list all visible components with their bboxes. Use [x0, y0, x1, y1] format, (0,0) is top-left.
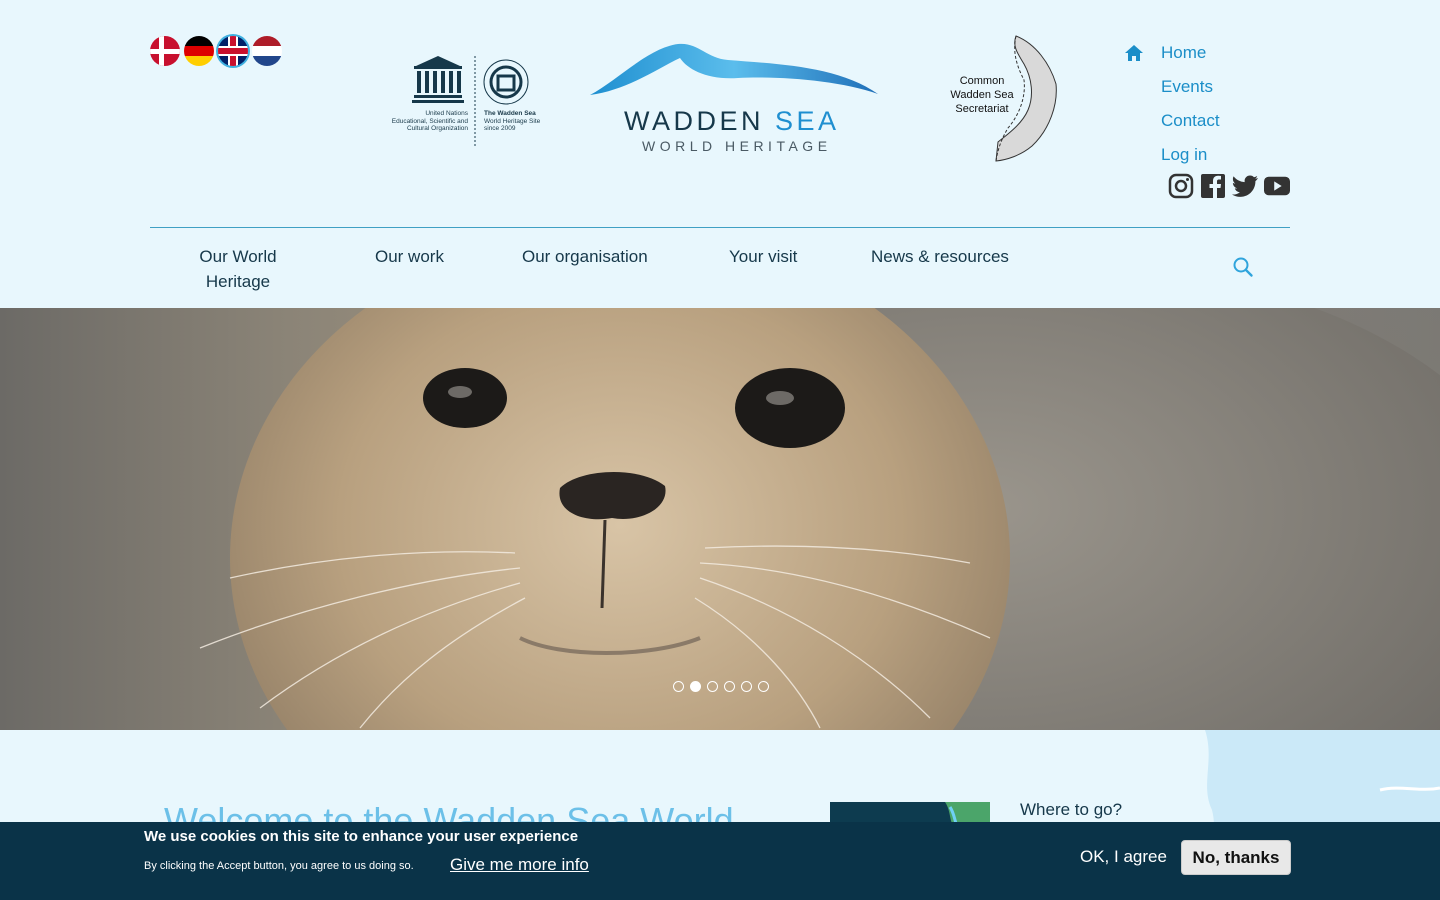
facebook-icon[interactable]	[1200, 172, 1226, 200]
main-nav-your-visit[interactable]: Your visit	[729, 244, 797, 269]
cookie-decline-button[interactable]: No, thanks	[1181, 840, 1291, 875]
utility-nav: Home Events Contact Log in	[1124, 36, 1220, 172]
flag-english-icon[interactable]	[218, 36, 248, 66]
cookie-more-info-link[interactable]: Give me more info	[450, 855, 589, 875]
main-nav-our-world-heritage[interactable]: Our World Heritage	[188, 244, 288, 294]
logo-subtitle: WORLD HERITAGE	[642, 138, 832, 154]
cwss-text: Common Wadden Sea Secretariat	[948, 74, 1016, 116]
cwss-logo[interactable]: Common Wadden Sea Secretariat	[946, 34, 1058, 162]
unesco-site-line3: since 2009	[484, 125, 516, 132]
flag-dutch-icon[interactable]	[252, 36, 282, 66]
slide-dot-3[interactable]	[707, 681, 718, 692]
slide-dot-1[interactable]	[673, 681, 684, 692]
nav-login-label: Log in	[1161, 145, 1208, 164]
unesco-site-line2: World Heritage Site	[484, 117, 541, 125]
main-nav-our-work[interactable]: Our work	[375, 244, 444, 269]
nav-contact-label: Contact	[1161, 111, 1220, 130]
main-nav-item1-line1: Our World	[199, 247, 277, 266]
nav-home[interactable]: Home	[1124, 36, 1220, 70]
nav-contact[interactable]: Contact	[1124, 104, 1220, 138]
nav-events[interactable]: Events	[1124, 70, 1220, 104]
language-switcher	[150, 36, 282, 66]
cwss-line3: Secretariat	[955, 103, 1009, 115]
logo-title: WADDEN SEA	[624, 106, 840, 137]
cookie-text: By clicking the Accept button, you agree…	[144, 860, 414, 872]
main-nav-our-organisation[interactable]: Our organisation	[522, 244, 648, 269]
cookie-accept-button[interactable]: OK, I agree	[1080, 847, 1167, 867]
youtube-icon[interactable]	[1264, 172, 1290, 200]
instagram-icon[interactable]	[1168, 172, 1194, 200]
nav-login[interactable]: Log in	[1124, 138, 1220, 172]
main-nav: Our World Heritage Our work Our organisa…	[150, 227, 1290, 308]
nav-events-label: Events	[1161, 77, 1213, 96]
slide-dot-4[interactable]	[724, 681, 735, 692]
slide-dot-6[interactable]	[758, 681, 769, 692]
unesco-org-line3: Cultural Organization	[406, 125, 468, 132]
flag-danish-icon[interactable]	[150, 36, 180, 66]
unesco-org-line1: United Nations	[425, 110, 468, 117]
unesco-org-line2: Educational, Scientific and	[391, 117, 468, 125]
seal-image	[199, 308, 1440, 730]
where-to-go-link[interactable]: Where to go?	[1020, 800, 1122, 820]
wave-icon	[590, 43, 878, 95]
wadden-sea-logo[interactable]: WADDEN SEA WORLD HERITAGE	[588, 40, 880, 158]
cookie-banner: We use cookies on this site to enhance y…	[0, 822, 1440, 900]
search-icon[interactable]	[1232, 256, 1258, 282]
twitter-icon[interactable]	[1232, 172, 1258, 200]
home-icon	[1124, 41, 1161, 65]
cookie-title: We use cookies on this site to enhance y…	[144, 828, 579, 845]
unesco-site-line1: The Wadden Sea	[484, 110, 536, 117]
slide-indicators	[673, 681, 769, 692]
slide-dot-2[interactable]	[690, 681, 701, 692]
main-nav-news-resources[interactable]: News & resources	[871, 244, 1009, 269]
unesco-logo[interactable]: United Nations Educational, Scientific a…	[382, 54, 548, 146]
hero-slideshow[interactable]	[0, 308, 1440, 730]
main-nav-item1-line2: Heritage	[205, 272, 271, 291]
flag-german-icon[interactable]	[184, 36, 214, 66]
nav-home-label: Home	[1161, 43, 1207, 62]
slide-dot-5[interactable]	[741, 681, 752, 692]
logo-title-main: WADDEN	[624, 106, 775, 136]
cwss-line2: Wadden Sea	[950, 89, 1014, 101]
logo-title-accent: SEA	[775, 106, 840, 136]
cwss-line1: Common	[959, 75, 1005, 87]
social-links	[1168, 172, 1290, 200]
